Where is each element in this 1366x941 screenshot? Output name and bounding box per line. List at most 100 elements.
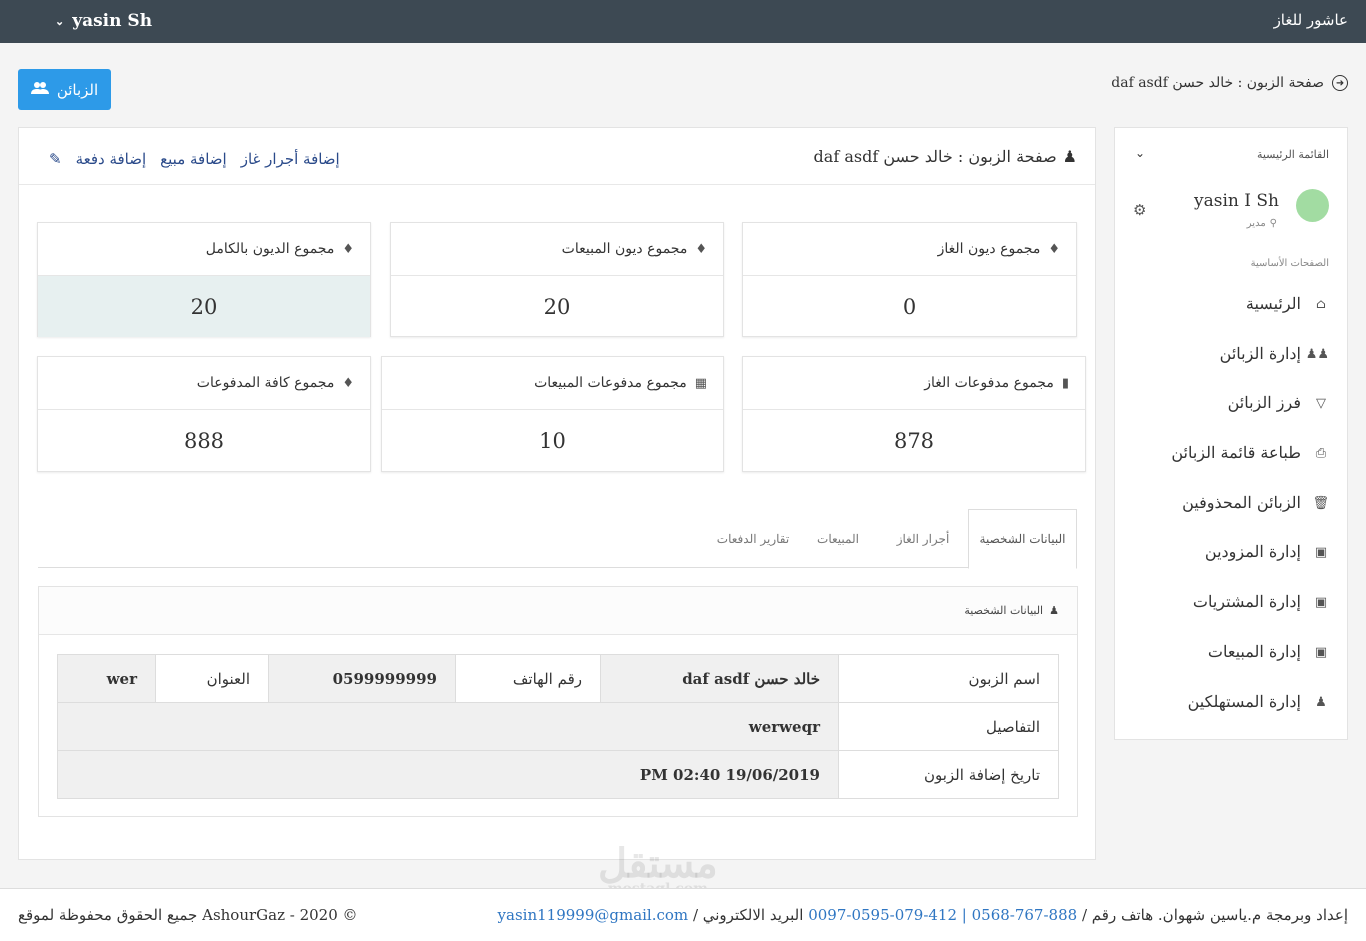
customers-button-label: الزبائن [56, 80, 99, 99]
added-date-label: تاريخ إضافة الزبون [838, 750, 1059, 799]
table-row: اسم الزبون خالد حسن daf asdf رقم الهاتف … [57, 654, 1059, 703]
tab-gas-fees[interactable]: أجرار الغاز [878, 509, 968, 568]
stat-card-header: مجموع الديون بالكامل ♦ [38, 223, 370, 276]
users-icon [30, 81, 49, 99]
email-prefix: البريد الالكتروني / [692, 906, 804, 924]
sidebar-item-label: إدارة المستهلكين [1187, 691, 1301, 711]
sidebar-item-deleted-customers[interactable]: 🗑 الزبائن المحذوفين [1129, 493, 1329, 543]
gear-icon[interactable]: ⚙ [1133, 201, 1146, 219]
sidebar-item-consumers[interactable]: ♟ إدارة المستهلكين [1129, 692, 1329, 742]
sidebar-item-label: طباعة قائمة الزبائن [1171, 443, 1301, 463]
stat-value: 20 [543, 294, 571, 319]
sidebar-item-purchases[interactable]: ▣ إدارة المشتريات [1129, 592, 1329, 642]
breadcrumb: ➜ صفحة الزبون : خالد حسن daf asdf [1111, 75, 1348, 91]
name-value: خالد حسن daf asdf [600, 654, 839, 703]
table-row: التفاصيل werweqr [57, 702, 1059, 751]
stat-card-all-payments: مجموع كافة المدفوعات ♦ 888 [37, 356, 371, 472]
sidebar-item-filter-customers[interactable]: ▽ فرز الزبائن [1129, 393, 1329, 443]
phone-value: 0599999999 [268, 654, 456, 703]
stat-card-sales-payments: مجموع مدفوعات المبيعات ▦ 10 [381, 356, 724, 472]
page-title: ♟ صفحة الزبون : خالد حسن daf asdf [814, 147, 1077, 166]
stat-label: مجموع مدفوعات المبيعات [534, 375, 687, 391]
tab-personal-data[interactable]: البيانات الشخصية [968, 509, 1077, 569]
sidebar-menu: ⌂ الرئيسية ♟♟ إدارة الزبائن ▽ فرز الزبائن ⎙… [1129, 294, 1329, 741]
avatar [1296, 189, 1329, 222]
sidebar-item-suppliers[interactable]: ▣ إدارة المزودين [1129, 542, 1329, 592]
name-label: اسم الزبون [838, 654, 1059, 703]
table-row: تاريخ إضافة الزبون PM 02:40 19/06/2019 [57, 750, 1059, 799]
sidebar-item-label: فرز الزبائن [1227, 393, 1301, 413]
details-value: werweqr [57, 702, 839, 751]
tags-icon: ♦ [342, 375, 354, 391]
gift-icon: ▣ [1314, 644, 1328, 660]
top-navbar: عاشور للغاز ⌄ yasin Sh [0, 0, 1366, 43]
tab-payment-reports[interactable]: تقارير الدفعات [708, 509, 798, 568]
panel-header: البيانات الشخصية ♟ [39, 587, 1077, 635]
address-value: wer [57, 654, 156, 703]
arrow-circle-icon: ➜ [1332, 75, 1348, 91]
tab-bar: البيانات الشخصية أجرار الغاز المبيعات تق… [38, 509, 1077, 569]
add-sale-link[interactable]: إضافة مبيع [160, 150, 227, 168]
pencil-icon[interactable]: ✎ [49, 150, 62, 168]
tab-sales[interactable]: المبيعات [798, 509, 878, 568]
watermark-text: مستقل [598, 840, 718, 887]
stat-value: 0 [902, 294, 917, 319]
user-role-text: مدير [1246, 218, 1266, 229]
filter-icon: ▽ [1316, 396, 1326, 412]
personal-data-panel: البيانات الشخصية ♟ اسم الزبون خالد حسن d… [38, 586, 1078, 817]
sidebar-item-customers[interactable]: ♟♟ إدارة الزبائن [1129, 344, 1329, 394]
gift-icon: ▣ [1314, 595, 1328, 611]
sidebar-item-label: الزبائن المحذوفين [1182, 492, 1301, 512]
address-label: العنوان [155, 654, 269, 703]
stat-value: 878 [893, 428, 935, 453]
sidebar-item-label: إدارة المبيعات [1207, 641, 1301, 661]
chevron-down-icon: ⌄ [55, 14, 65, 28]
stat-card-header: مجموع ديون المبيعات ♦ [391, 223, 723, 276]
add-gas-fee-link[interactable]: إضافة أجرار غاز [241, 150, 340, 168]
sidebar-title: القائمة الرئيسية [1256, 148, 1329, 161]
added-date-value: PM 02:40 19/06/2019 [57, 750, 839, 799]
user-icon: ♟ [1049, 604, 1059, 617]
sidebar-user-name: yasin I Sh [1194, 191, 1279, 211]
tags-icon: ♦ [1048, 241, 1060, 257]
stat-card-header: مجموع كافة المدفوعات ♦ [38, 357, 370, 410]
sidebar-item-label: إدارة المزودين [1204, 542, 1301, 562]
stat-card-gas-payments: مجموع مدفوعات الغاز ▮ 878 [742, 356, 1086, 472]
copyright: جميع الحقوق محفوظة لموقع AshourGaz - 202… [18, 906, 358, 924]
tags-icon: ♦ [695, 241, 707, 257]
brand-name[interactable]: عاشور للغاز [1274, 11, 1348, 29]
calendar-icon: ▦ [694, 375, 707, 391]
add-payment-link[interactable]: إضافة دفعة [76, 150, 147, 168]
action-links: ✎ إضافة دفعة إضافة مبيع إضافة أجرار غاز [49, 150, 340, 168]
page-title-text: صفحة الزبون : خالد حسن daf asdf [813, 147, 1057, 166]
customers-button[interactable]: الزبائن [18, 69, 111, 110]
stat-card-gas-debts: مجموع ديون الغاز ♦ 0 [742, 222, 1077, 337]
location-pin-icon: ⚲ [1269, 218, 1277, 229]
stat-card-header: مجموع ديون الغاز ♦ [743, 223, 1076, 276]
print-icon: ⎙ [1315, 446, 1327, 462]
footer-credits: إعداد وبرمجة م.ياسين شهوان. هاتف رقم / 0… [498, 906, 1348, 924]
details-label: التفاصيل [838, 702, 1059, 751]
email-link[interactable]: yasin119999@gmail.com [498, 906, 689, 924]
sidebar-user-role: ⚲ مدير [1247, 218, 1277, 229]
sidebar-item-print-customers[interactable]: ⎙ طباعة قائمة الزبائن [1129, 443, 1329, 493]
bottle-icon: ▮ [1061, 375, 1069, 391]
sidebar: القائمة الرئيسية ⌄ yasin I Sh ⚲ مدير ⚙ ا… [1114, 127, 1348, 740]
stat-label: مجموع مدفوعات الغاز [924, 375, 1054, 391]
stat-label: مجموع ديون المبيعات [561, 241, 688, 257]
breadcrumb-text: صفحة الزبون : خالد حسن daf asdf [1111, 75, 1324, 91]
footer: إعداد وبرمجة م.ياسين شهوان. هاتف رقم / 0… [0, 888, 1366, 941]
phone-numbers[interactable]: 0097-0595-079-412 | 0568-767-888 [808, 906, 1077, 924]
main-panel: ♟ صفحة الزبون : خالد حسن daf asdf ✎ إضاف… [18, 127, 1096, 860]
sidebar-toggle-chevron-icon[interactable]: ⌄ [1135, 146, 1145, 160]
stat-label: مجموع ديون الغاز [937, 241, 1041, 257]
tags-icon: ♦ [342, 241, 354, 257]
stat-card-header: مجموع مدفوعات الغاز ▮ [743, 357, 1085, 410]
user-menu[interactable]: ⌄ yasin Sh [55, 11, 152, 31]
stat-label: مجموع كافة المدفوعات [196, 375, 335, 391]
user-edit-icon: ♟ [1315, 694, 1327, 710]
sidebar-item-sales[interactable]: ▣ إدارة المبيعات [1129, 642, 1329, 692]
phone-label: رقم الهاتف [455, 654, 601, 703]
sidebar-item-home[interactable]: ⌂ الرئيسية [1129, 294, 1329, 344]
credits-prefix: إعداد وبرمجة م.ياسين شهوان. هاتف رقم / [1081, 906, 1348, 924]
